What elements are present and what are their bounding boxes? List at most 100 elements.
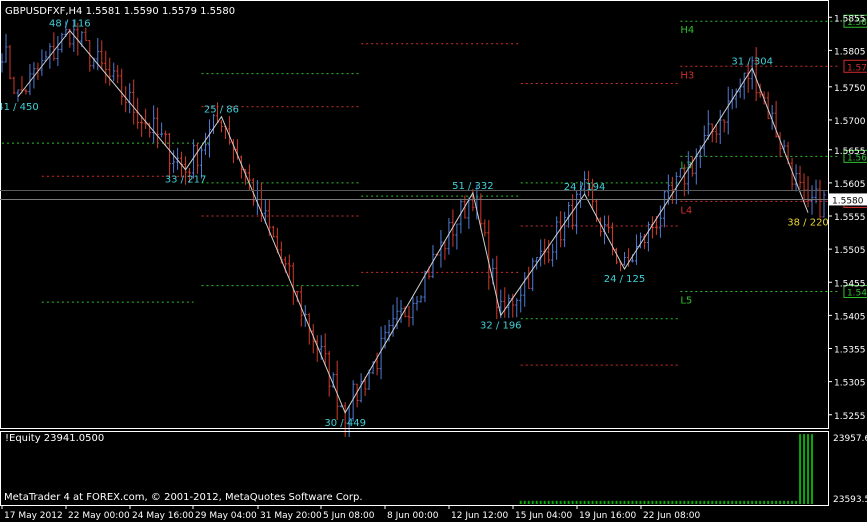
y-tick-label: 1.5805 <box>834 47 866 57</box>
equity-bar <box>615 500 618 504</box>
pivot-level-name: H3 <box>680 70 694 81</box>
copyright-text: MetaTrader 4 at FOREX.com, © 2001-2012, … <box>4 492 363 503</box>
equity-bar <box>655 500 658 504</box>
equity-bar <box>671 500 674 504</box>
mt4-chart[interactable]: H41.5849H31.5781L31.5645L41.5577L51.5441… <box>0 0 867 522</box>
equity-bar <box>643 500 646 504</box>
pivot-level-name: H4 <box>680 25 694 36</box>
equity-bar <box>695 500 698 504</box>
equity-bar <box>723 500 726 504</box>
equity-bar <box>795 500 798 504</box>
equity-bar <box>543 500 546 504</box>
pivot-level-name: L5 <box>680 296 692 307</box>
x-tick-label: 19 Jun 16:00 <box>579 511 636 521</box>
equity-bar <box>603 500 606 504</box>
equity-bar <box>599 500 602 504</box>
equity-bar <box>767 500 770 504</box>
zigzag-line <box>17 29 809 414</box>
equity-bar <box>759 500 762 504</box>
equity-bar <box>699 500 702 504</box>
equity-bar <box>607 500 610 504</box>
y-tick-label: 1.5750 <box>834 84 866 94</box>
equity-bar <box>635 500 638 504</box>
y-tick-label: 1.5700 <box>834 117 866 127</box>
equity-bar <box>683 500 686 504</box>
y-tick-label: 1.5855 <box>834 14 866 24</box>
symbol-info: GBPUSDFXF,H4 1.5581 1.5590 1.5579 1.5580 <box>5 6 235 17</box>
zigzag-label: 38 / 220 <box>787 218 829 229</box>
equity-bar <box>647 500 650 504</box>
equity-bar <box>715 500 718 504</box>
x-tick-label: 12 Jun 12:00 <box>451 511 508 521</box>
equity-bar <box>595 500 598 504</box>
price-bars <box>0 20 826 438</box>
equity-bar <box>611 500 614 504</box>
equity-bar <box>523 500 526 504</box>
x-tick-label: 24 May 16:00 <box>132 511 194 521</box>
equity-bar <box>639 500 642 504</box>
y-tick-label: 1.5405 <box>834 312 866 322</box>
equity-bar <box>719 500 722 504</box>
equity-bar <box>731 500 734 504</box>
zigzag-label: 31 / 304 <box>731 56 773 67</box>
y-tick-label: 1.5605 <box>834 180 866 190</box>
equity-bar <box>519 500 522 504</box>
y-tick-label: 1.5255 <box>834 412 866 422</box>
equity-bar <box>571 500 574 504</box>
equity-bar <box>679 500 682 504</box>
equity-bar <box>687 500 690 504</box>
equity-bar <box>779 500 782 504</box>
equity-title: !Equity 23941.0500 <box>5 433 104 444</box>
equity-bar <box>631 500 634 504</box>
zigzag-layer: 41 / 45048 / 11633 / 21725 / 8630 / 4495… <box>0 19 829 429</box>
equity-bar <box>763 500 766 504</box>
equity-bar <box>583 500 586 504</box>
equity-bar <box>711 500 714 504</box>
x-tick-label: 5 Jun 08:00 <box>323 511 375 521</box>
zigzag-label: 25 / 86 <box>204 105 239 116</box>
equity-bar <box>807 434 810 504</box>
equity-bar <box>591 500 594 504</box>
equity-bar <box>575 500 578 504</box>
equity-bar <box>563 500 566 504</box>
x-tick-label: 17 May 2012 <box>4 511 63 521</box>
equity-bar <box>651 500 654 504</box>
equity-bar <box>799 434 802 504</box>
x-tick-label: 31 May 20:00 <box>260 511 322 521</box>
zigzag-label: 33 / 217 <box>165 175 207 186</box>
equity-bar <box>727 500 730 504</box>
equity-bar <box>787 500 790 504</box>
equity-bar <box>691 500 694 504</box>
x-tick-label: 15 Jun 04:00 <box>515 511 572 521</box>
pivot-level-value: 1.5781 <box>847 63 867 73</box>
equity-bar <box>743 500 746 504</box>
price-marker-label: 1.5580 <box>832 196 864 206</box>
equity-bar <box>791 500 794 504</box>
equity-bar <box>587 500 590 504</box>
equity-bar <box>547 500 550 504</box>
equity-bar <box>739 500 742 504</box>
equity-bar <box>559 500 562 504</box>
equity-bar <box>747 500 750 504</box>
equity-bar <box>531 500 534 504</box>
y-tick-label: 1.5505 <box>834 246 866 256</box>
main-frame <box>0 0 829 429</box>
equity-bar <box>751 500 754 504</box>
equity-bar <box>755 500 758 504</box>
equity-bar <box>675 500 678 504</box>
equity-bar <box>775 500 778 504</box>
equity-bar <box>627 500 630 504</box>
equity-bar <box>539 500 542 504</box>
equity-y-tick-label: 23593.5 <box>833 495 867 505</box>
x-tick-label: 22 Jun 08:00 <box>643 511 700 521</box>
y-tick-label: 1.5305 <box>834 379 866 389</box>
equity-bar <box>535 500 538 504</box>
zigzag-label: 24 / 194 <box>564 182 606 193</box>
zigzag-label: 41 / 450 <box>0 102 39 113</box>
y-tick-label: 1.5655 <box>834 147 866 157</box>
x-tick-label: 8 Jun 00:00 <box>387 511 439 521</box>
equity-bar <box>567 500 570 504</box>
zigzag-label: 24 / 125 <box>604 274 646 285</box>
equity-bar <box>579 500 582 504</box>
zigzag-label: 32 / 196 <box>480 320 522 331</box>
